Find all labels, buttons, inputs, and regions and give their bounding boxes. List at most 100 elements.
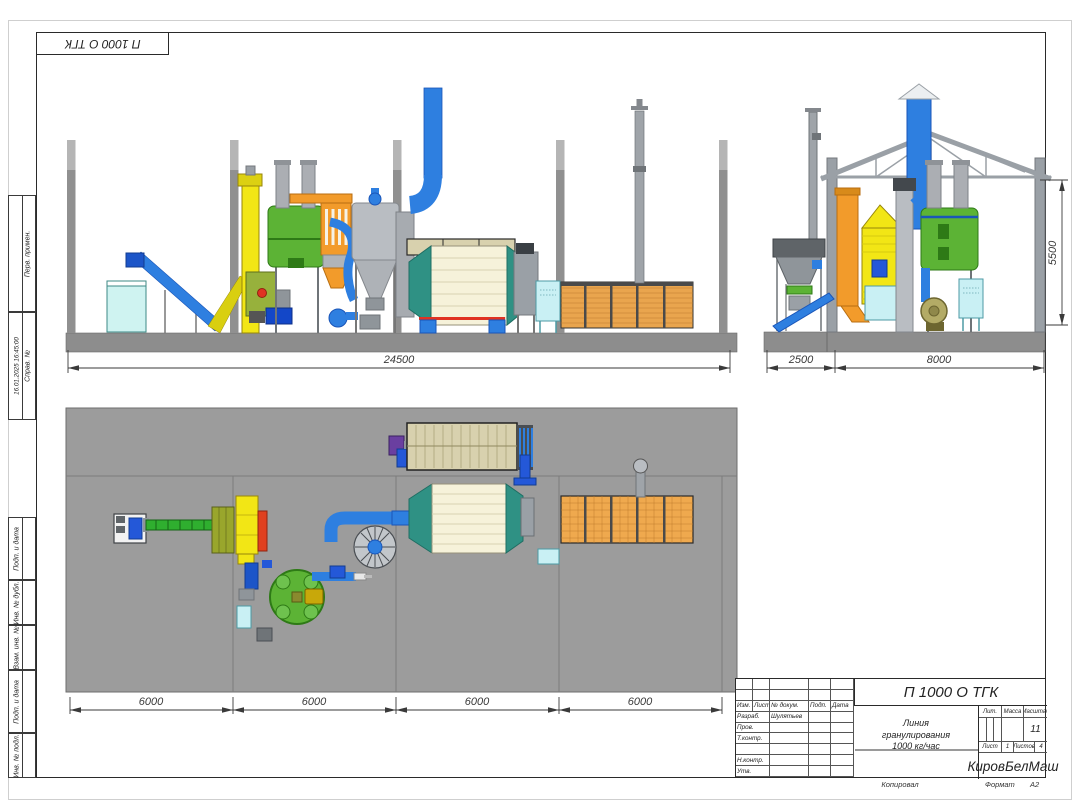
lit-massa-masshtab-values: 11 xyxy=(979,718,1047,742)
row-utv: Утв. xyxy=(736,766,770,777)
empty-cell xyxy=(753,690,770,701)
list-label: Лист xyxy=(979,742,1002,753)
empty-cell xyxy=(809,690,831,701)
cyclone xyxy=(352,188,399,333)
side-elevation-view xyxy=(66,88,737,352)
massa-value xyxy=(1002,718,1024,742)
dimension-total-length: 24500 xyxy=(68,350,730,373)
empty-cell xyxy=(831,679,854,690)
side-chimney xyxy=(809,112,817,240)
empty-cell xyxy=(831,755,854,766)
empty-cell xyxy=(770,744,809,755)
doc-designation: П 1000 О ТГК xyxy=(854,679,1047,706)
empty-cell xyxy=(770,733,809,744)
empty-cell xyxy=(736,679,753,690)
infeed-bin xyxy=(107,281,146,332)
outdoor-hopper-unit xyxy=(773,108,834,332)
end-view xyxy=(764,84,1051,352)
empty-cell xyxy=(831,723,854,734)
listov-value: 4 xyxy=(1035,742,1047,753)
doc-name-line1: Линия xyxy=(854,718,978,730)
plan-infeed-bin xyxy=(114,514,146,543)
listov-label: Листов xyxy=(1014,742,1035,753)
razrab-name: Шулятьев xyxy=(770,712,809,723)
col-list: Лист xyxy=(753,701,770,712)
empty-cell xyxy=(809,733,831,744)
doc-name: Линия гранулирования 1000 кг/час xyxy=(854,706,979,779)
plan-belt-conveyor xyxy=(143,518,214,532)
empty-cell xyxy=(809,755,831,766)
divider-line xyxy=(855,749,978,751)
empty-cell xyxy=(736,690,753,701)
empty-cell xyxy=(770,679,809,690)
format-label: Формат xyxy=(985,780,1015,789)
dim-6000-1: 6000 xyxy=(139,696,164,708)
drawing-page: { "stamp": { "text": "П 1000 О ТГК" }, "… xyxy=(0,0,1080,810)
row-prov: Пров. xyxy=(736,723,770,734)
control-cabinet xyxy=(536,281,560,333)
empty-cell xyxy=(809,723,831,734)
doc-name-line2: гранулирования xyxy=(854,730,978,742)
dim-24500: 24500 xyxy=(383,354,415,366)
format-value: А2 xyxy=(1030,780,1039,789)
drum-drive-unit xyxy=(514,243,538,333)
masshtab-label: Масштаб xyxy=(1024,706,1047,718)
col-podp: Подп. xyxy=(809,701,831,712)
empty-cell xyxy=(809,712,831,723)
dim-6000-3: 6000 xyxy=(465,696,490,708)
plan-fan xyxy=(354,526,396,568)
empty-cell xyxy=(770,690,809,701)
empty-cell xyxy=(753,679,770,690)
row-razrab: Разраб. xyxy=(736,712,770,723)
empty-cell xyxy=(809,744,831,755)
duct-tip xyxy=(899,84,939,99)
lit-cell xyxy=(994,718,1002,742)
row-tkontr: Т.контр. xyxy=(736,733,770,744)
company-name: КировБелМаш xyxy=(979,753,1047,779)
pellet-press xyxy=(246,272,292,324)
empty-cell xyxy=(770,766,809,777)
empty-cell xyxy=(831,712,854,723)
dim-5500: 5500 xyxy=(1047,240,1059,265)
lit-cell xyxy=(987,718,994,742)
lit-massa-masshtab-header: Лит. Масса Масштаб xyxy=(979,706,1047,718)
empty-cell xyxy=(831,733,854,744)
floor-slab xyxy=(764,332,1045,352)
empty-cell xyxy=(770,723,809,734)
chimney xyxy=(631,99,648,283)
empty-cell xyxy=(809,766,831,777)
empty-cell xyxy=(770,755,809,766)
dimension-plan-chain: 6000 6000 6000 6000 xyxy=(70,696,722,714)
rotary-drum-dryer xyxy=(407,239,523,333)
empty-cell xyxy=(809,679,831,690)
heat-generator-furnace xyxy=(561,282,693,328)
plan-chimney-cap xyxy=(634,459,648,473)
empty-cell xyxy=(736,744,770,755)
row-nkontr: Н.контр. xyxy=(736,755,770,766)
end-blue-pipe xyxy=(921,268,930,302)
title-block-left-grid: Изм. Лист № докум. Подп. Дата Разраб. Шу… xyxy=(736,679,854,777)
lit-label: Лит. xyxy=(979,706,1002,718)
lit-cell xyxy=(979,718,987,742)
title-block: Изм. Лист № докум. Подп. Дата Разраб. Шу… xyxy=(735,678,1046,778)
masshtab-value: 11 xyxy=(1024,718,1047,742)
kopiroval-label: Копировал xyxy=(855,780,945,789)
col-izm: Изм. xyxy=(736,701,753,712)
col-ndocum: № докум. xyxy=(770,701,809,712)
mixer-tank xyxy=(268,160,324,333)
massa-label: Масса xyxy=(1002,706,1024,718)
empty-cell xyxy=(831,744,854,755)
dimension-end-view: 2500 8000 xyxy=(767,350,1044,373)
floor-slab xyxy=(66,333,737,352)
dim-6000-2: 6000 xyxy=(302,696,327,708)
dim-8000: 8000 xyxy=(927,354,952,366)
empty-cell xyxy=(831,690,854,701)
sheet-row: Лист 1 Листов 4 xyxy=(979,742,1047,753)
empty-cell xyxy=(831,766,854,777)
col-data: Дата xyxy=(831,701,854,712)
end-fan xyxy=(921,298,947,331)
doc-name-line3: 1000 кг/час xyxy=(854,741,978,753)
dim-2500: 2500 xyxy=(788,354,814,366)
dim-6000-4: 6000 xyxy=(628,696,653,708)
plan-control-cabinet xyxy=(538,549,559,564)
